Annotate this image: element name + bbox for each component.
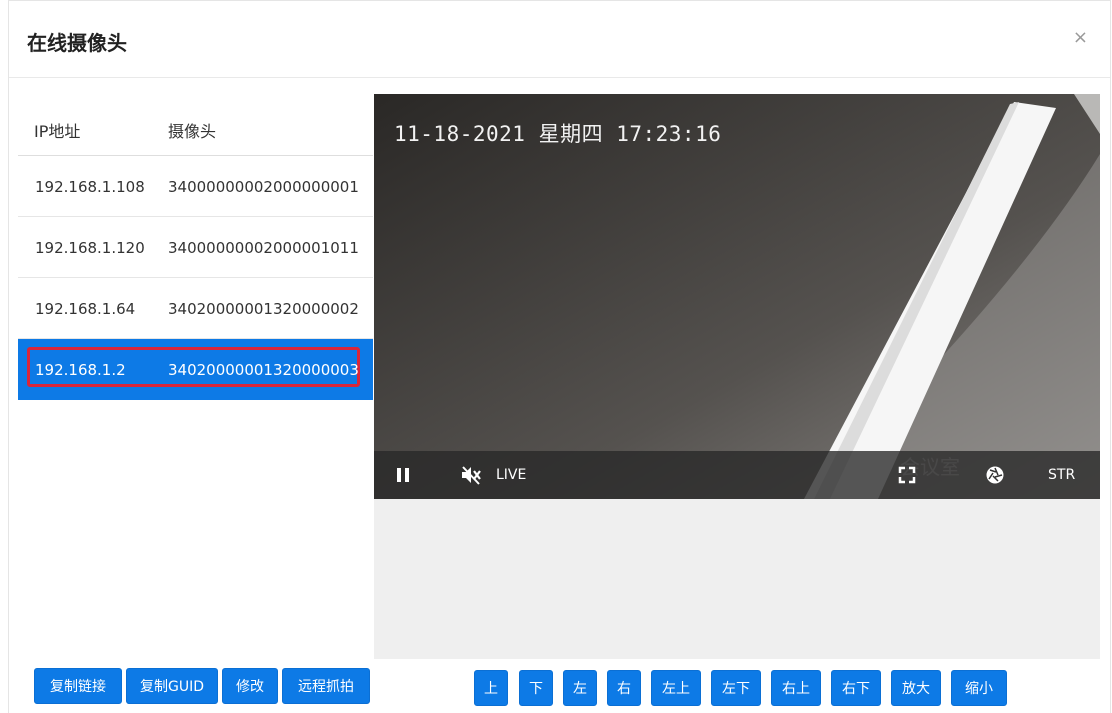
list-header: IP地址 摄像头 — [18, 94, 373, 156]
ptz-right-button[interactable]: 右 — [607, 670, 641, 706]
ptz-up-right-button[interactable]: 右上 — [771, 670, 821, 706]
str-label[interactable]: STR — [1048, 451, 1075, 499]
row-ip: 192.168.1.2 — [35, 361, 126, 379]
row-ip: 192.168.1.64 — [35, 300, 136, 318]
volume-mute-icon[interactable] — [460, 451, 482, 499]
close-icon[interactable]: × — [1073, 29, 1088, 47]
list-row[interactable]: 192.168.1.120 34000000002000001011 — [18, 217, 373, 278]
row-camera-id: 34000000002000001011 — [168, 239, 359, 257]
zoom-out-button[interactable]: 缩小 — [951, 670, 1007, 706]
video-timestamp: 11-18-2021 星期四 17:23:16 — [394, 122, 722, 146]
pause-icon[interactable] — [396, 451, 410, 499]
zoom-in-button[interactable]: 放大 — [891, 670, 941, 706]
list-row[interactable]: 192.168.1.64 34020000001320000002 — [18, 278, 373, 339]
row-camera-id: 34020000001320000002 — [168, 300, 359, 318]
shutter-icon[interactable] — [985, 451, 1005, 499]
ptz-down-button[interactable]: 下 — [519, 670, 553, 706]
ptz-down-right-button[interactable]: 右下 — [831, 670, 881, 706]
ptz-down-left-button[interactable]: 左下 — [711, 670, 761, 706]
ptz-up-button[interactable]: 上 — [474, 670, 508, 706]
live-label: LIVE — [496, 467, 527, 483]
remote-capture-button[interactable]: 远程抓拍 — [282, 668, 370, 704]
copy-link-button[interactable]: 复制链接 — [34, 668, 122, 704]
row-camera-id: 34000000002000000001 — [168, 178, 359, 196]
camera-list: IP地址 摄像头 192.168.1.108 34000000002000000… — [18, 94, 373, 684]
list-row-selected[interactable]: 192.168.1.2 34020000001320000003 — [18, 339, 373, 400]
list-row[interactable]: 192.168.1.108 34000000002000000001 — [18, 156, 373, 217]
dialog-title: 在线摄像头 — [27, 31, 127, 55]
row-ip: 192.168.1.120 — [35, 239, 145, 257]
video-placeholder-area — [374, 499, 1100, 659]
video-frame — [374, 94, 1100, 499]
row-ip: 192.168.1.108 — [35, 178, 145, 196]
edit-button[interactable]: 修改 — [222, 668, 278, 704]
copy-guid-button[interactable]: 复制GUID — [126, 668, 218, 704]
column-header-camera: 摄像头 — [168, 122, 217, 141]
video-player[interactable]: 11-18-2021 星期四 17:23:16 会议室 LIVE STR — [374, 94, 1100, 499]
column-header-ip: IP地址 — [34, 122, 81, 141]
ptz-up-left-button[interactable]: 左上 — [651, 670, 701, 706]
player-controls: LIVE STR — [374, 451, 1100, 499]
fullscreen-icon[interactable] — [898, 451, 916, 499]
row-camera-id: 34020000001320000003 — [168, 361, 359, 379]
dialog-header: 在线摄像头 × — [9, 1, 1110, 78]
ptz-left-button[interactable]: 左 — [563, 670, 597, 706]
